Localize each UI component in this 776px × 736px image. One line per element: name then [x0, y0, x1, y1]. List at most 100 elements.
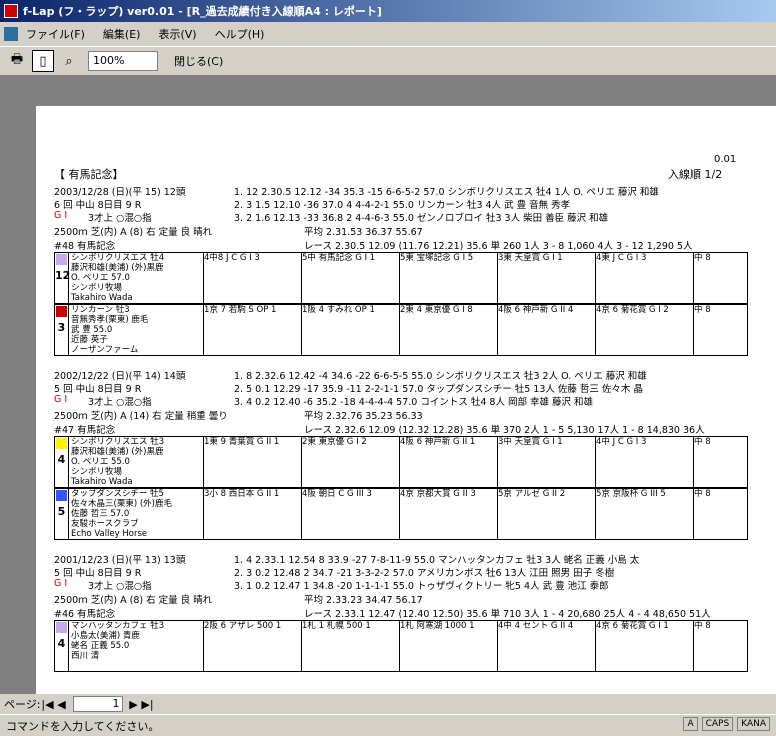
- race-lap: レース 2.33.1 12.47 (12.40 12.50) 35.6 単 71…: [304, 609, 711, 620]
- race-lap: レース 2.30.5 12.09 (11.76 12.21) 35.6 単 26…: [304, 241, 693, 252]
- prev-page-button[interactable]: ◀: [55, 698, 69, 711]
- horse-info-line: シンボリ牧場: [71, 283, 123, 293]
- past-race-cell: 4京 京都大賞 G II 3: [399, 489, 497, 539]
- horse-info-line: 佐々木晶三(栗東) (外)鹿毛: [71, 499, 172, 509]
- order-label: 入線順 1/2: [668, 168, 723, 181]
- horse-info: シンボリクリスエス 牡3 藤沢和雄(美浦) (外)黒鹿 O. ペリエ 55.0 シンボ…: [71, 437, 201, 487]
- horse-number: 5: [55, 489, 69, 539]
- horse-info-line: 音無秀孝(栗東) 鹿毛: [71, 315, 149, 325]
- horse-card: 4 シンボリクリスエス 牡3 藤沢和雄(美浦) (外)黒鹿 O. ペリエ 55.0 シン…: [54, 436, 748, 488]
- horse-info-line: マンハッタンカフェ 牡3: [71, 621, 165, 631]
- horse-card: 3 リンカーン 牡3 音無秀孝(栗東) 鹿毛武 豊 55.0 近藤 英子 ノーザンファー…: [54, 304, 748, 356]
- horse-card: 12 シンボリクリスエス 牡4 藤沢和雄(美浦) (外)黒鹿 O. ペリエ 57.0 シ…: [54, 252, 748, 304]
- result-row: 3. 1 0.2 12.47 1 34.8 -20 1-1-1-1 55.0 ト…: [234, 581, 609, 592]
- result-row: 1. 4 2.33.1 12.54 8 33.9 -27 7-8-11-9 55…: [234, 555, 640, 566]
- past-race-cell: 4中8 J C G I 3: [203, 253, 301, 303]
- race-label: #47 有馬記念: [54, 425, 116, 436]
- toolbar: 🖶 ▯ ⌕ 100% 閉じる(C): [0, 46, 776, 76]
- past-race-cell: 5中 有馬記念 G I 1: [301, 253, 399, 303]
- race-cond: 3才上 ○混○指: [88, 397, 152, 408]
- race-place: 6 回 中山 8日目 9 R: [54, 200, 142, 211]
- past-race-cell: 3東 天皇賞 G I 1: [497, 253, 595, 303]
- past-race-cell: 3中 天皇賞 G I 1: [497, 437, 595, 487]
- horse-info-line: 友駿ホースクラブ: [71, 519, 139, 529]
- horse-info-line: 蛯名 正義 55.0: [71, 641, 130, 651]
- zoom-icon[interactable]: ⌕: [58, 50, 80, 72]
- past-race-cell: 5京 アルゼ G II 2: [497, 489, 595, 539]
- print-icon[interactable]: 🖶: [6, 50, 28, 72]
- horse-info-line: 小島太(美浦) 青鹿: [71, 631, 140, 641]
- past-race-cell: 1札 1 札幌 500 1: [301, 621, 399, 671]
- result-row: 2. 3 1.5 12.10 -36 37.0 4 4-4-2-1 55.0 リ…: [234, 200, 571, 211]
- race-grade: G I: [54, 394, 68, 405]
- race-lap: レース 2.32.6 12.09 (12.32 12.28) 35.6 単 37…: [304, 425, 705, 436]
- waku-mark: [56, 622, 67, 633]
- past-race-cell: 中 8: [693, 253, 776, 303]
- past-race-cell: 5東 宝塚記念 G I 5: [399, 253, 497, 303]
- past-race-cell: 1京 7 若駒 S OP 1: [203, 305, 301, 355]
- page-nav: ページ: |◀ ◀ 1 ▶ ▶|: [0, 694, 776, 714]
- horse-info: タップダンスシチー 牡5 佐々木晶三(栗東) (外)鹿毛 佐藤 哲三 57.0 友駿ホ…: [71, 489, 201, 539]
- race-date: 2002/12/22 (日)(平 14) 14頭: [54, 371, 186, 382]
- past-race-cell: 2東 東京優 G I 2: [301, 437, 399, 487]
- horse-info-line: O. ペリエ 57.0: [71, 273, 130, 283]
- race-average: 平均 2.31.53 36.37 55.67: [304, 227, 423, 238]
- race-average: 平均 2.33.23 34.47 56.17: [304, 595, 423, 606]
- result-row: 3. 4 0.2 12.40 -6 35.2 -18 4-4-4-4 57.0 …: [234, 397, 594, 408]
- past-race-cell: 4阪 朝日 C G III 3: [301, 489, 399, 539]
- result-row: 1. 12 2.30.5 12.12 -34 35.3 -15 6-6-5-2 …: [234, 187, 659, 198]
- menu-edit[interactable]: 編集(E): [103, 26, 141, 42]
- race-grade: G I: [54, 578, 68, 589]
- past-race-cell: 中 8: [693, 621, 776, 671]
- horse-number: 12: [55, 253, 70, 303]
- preview-area: 0.01 【 有馬記念】 入線順 1/2 2003/12/28 (日)(平 15…: [0, 76, 776, 694]
- horse-info-line: シンボリ牧場: [71, 467, 123, 477]
- past-race-cell: 4阪 6 神戸新 G II 1: [399, 437, 497, 487]
- ime-mode[interactable]: A: [683, 717, 698, 731]
- kana-indicator: KANA: [737, 717, 770, 731]
- past-race-cell: 4京 6 菊花賞 G I 2: [595, 305, 693, 355]
- race-date: 2003/12/28 (日)(平 15) 12頭: [54, 187, 186, 198]
- menu-view[interactable]: 表示(V): [158, 26, 196, 42]
- race-distance: 2500ｍ 芝(内) A (14) 右 定量 稍重 曇り: [54, 411, 228, 422]
- horse-number: 3: [55, 305, 69, 355]
- preview-icon[interactable]: ▯: [32, 50, 54, 72]
- horse-info-line: 武 豊 55.0: [71, 325, 113, 335]
- close-button[interactable]: 閉じる(C): [174, 53, 223, 69]
- horse-info-line: Takahiro Wada: [71, 477, 133, 487]
- horse-info-line: 藤沢和雄(美浦) (外)黒鹿: [71, 263, 164, 273]
- next-page-button[interactable]: ▶: [127, 698, 141, 711]
- horse-info-line: 藤沢和雄(美浦) (外)黒鹿: [71, 447, 164, 457]
- past-race-cell: 1東 9 青葉賞 G II 1: [203, 437, 301, 487]
- horse-info-line: 佐藤 哲三 57.0: [71, 509, 130, 519]
- race-cond: 3才上 ○混○指: [88, 213, 152, 224]
- menu-help[interactable]: ヘルプ(H): [215, 26, 265, 42]
- page-number-input[interactable]: 1: [72, 696, 123, 712]
- race-date: 2001/12/23 (日)(平 13) 13頭: [54, 555, 186, 566]
- horse-info-line: Echo Valley Horse: [71, 529, 148, 539]
- app-icon: [4, 4, 18, 18]
- race-cond: 3才上 ○混○指: [88, 581, 152, 592]
- caps-indicator: CAPS: [701, 717, 734, 731]
- result-row: 2. 5 0.1 12.29 -17 35.9 -11 2-2-1-1 57.0…: [234, 384, 643, 395]
- menu-file[interactable]: ファイル(F): [26, 26, 85, 42]
- horse-number: 4: [55, 621, 69, 671]
- horse-info-line: シンボリクリスエス 牡3: [71, 437, 165, 447]
- past-race-cell: 中 8: [693, 489, 776, 539]
- menu-bar: ファイル(F) 編集(E) 表示(V) ヘルプ(H): [0, 22, 776, 46]
- status-text: コマンドを入力してください。: [6, 719, 160, 733]
- last-page-button[interactable]: ▶|: [141, 698, 155, 711]
- past-race-cell: 4京 6 菊花賞 G I 1: [595, 621, 693, 671]
- horse-info-line: シンボリクリスエス 牡4: [71, 253, 165, 263]
- race-label: #46 有馬記念: [54, 609, 116, 620]
- title-bar: f-Lap (フ・ラップ) ver0.01 - [R_過去成績付き入線順A4 :…: [0, 0, 776, 22]
- page-label: ページ:: [4, 698, 41, 711]
- horse-number: 4: [55, 437, 69, 487]
- race-average: 平均 2.32.76 35.23 56.33: [304, 411, 423, 422]
- past-race-cell: 2東 4 東京優 G I 8: [399, 305, 497, 355]
- first-page-button[interactable]: |◀: [41, 698, 55, 711]
- zoom-select[interactable]: 100%: [88, 51, 158, 71]
- race-place: 5 回 中山 8日目 9 R: [54, 568, 142, 579]
- report-title: 【 有馬記念】: [54, 168, 124, 181]
- horse-info-line: 近藤 英子: [71, 335, 108, 345]
